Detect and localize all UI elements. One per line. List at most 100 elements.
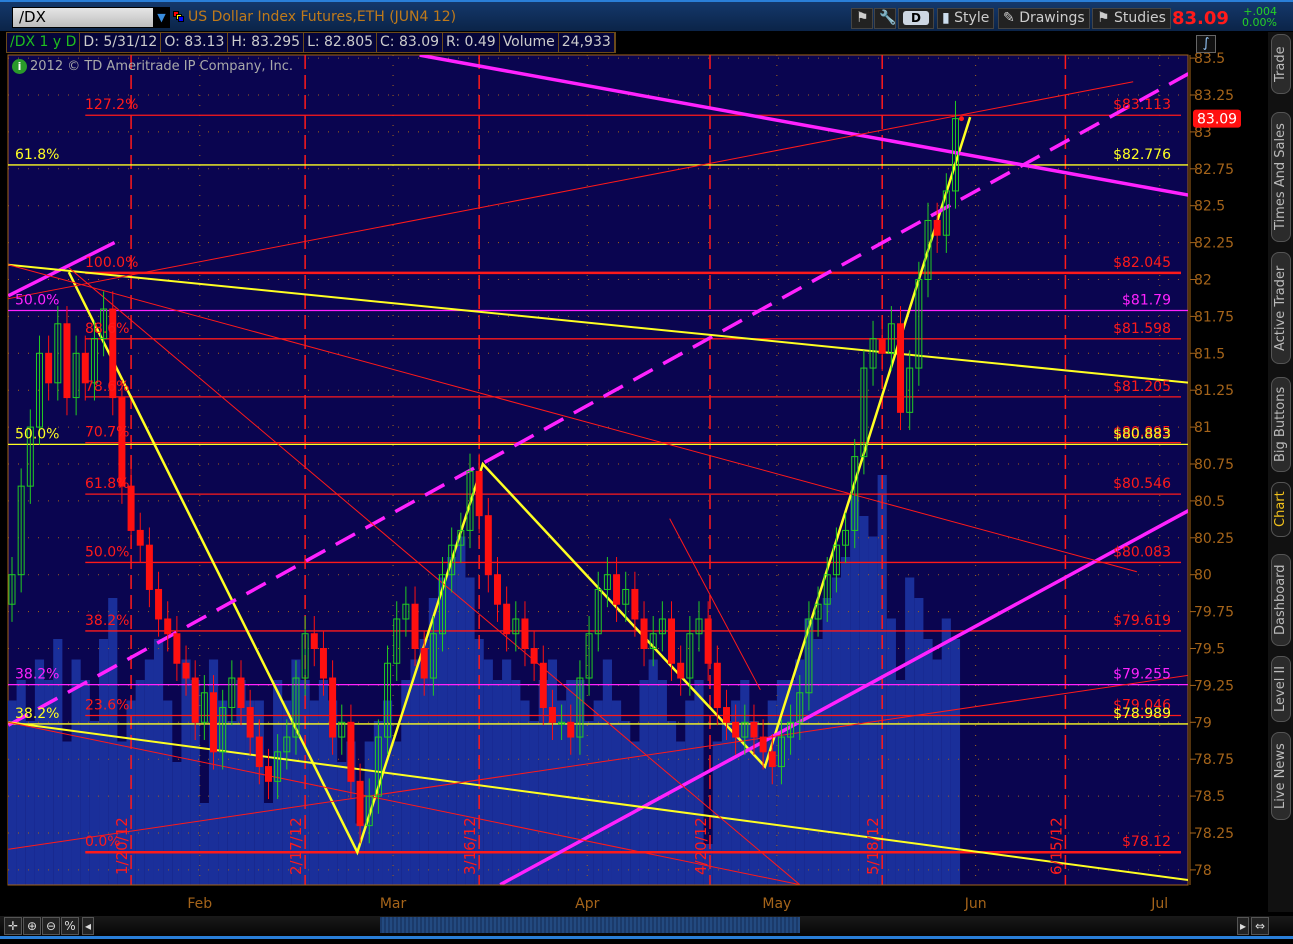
candle-down (164, 618, 172, 635)
price-tick-label: 80.75 (1194, 457, 1234, 473)
candle-down (246, 707, 254, 738)
candle-down (548, 707, 556, 723)
copyright: i 2012 © TD Ameritrade IP Company, Inc. (12, 59, 293, 74)
fib-pct-label-red: 70.7% (85, 425, 129, 441)
price-tick-label: 82 (1194, 273, 1212, 289)
candle-down (356, 780, 364, 827)
scrollbar-thumb[interactable] (380, 917, 800, 933)
volume-bar (831, 577, 841, 885)
volume-bar (227, 721, 237, 885)
scroll-left-icon[interactable]: ◂ (82, 917, 94, 935)
tab-times-and-sales[interactable]: Times And Sales (1271, 112, 1291, 242)
candle-down (319, 648, 327, 679)
symbol-input[interactable]: /DX (12, 7, 170, 28)
info-icon[interactable]: i (12, 59, 27, 74)
fib-price-label-magenta: $81.79 (1122, 292, 1171, 308)
price-tick-label: 81.5 (1194, 346, 1225, 362)
volume-bar (34, 659, 45, 885)
tab-level-ii[interactable]: Level II (1271, 656, 1291, 722)
date-line-label: 6/15/12 (1047, 817, 1065, 875)
volume-bar (89, 721, 100, 885)
candle-down (933, 219, 941, 236)
time-tick-label: May (762, 896, 791, 912)
candle-down (897, 323, 905, 413)
change-percent: 0.00% (1242, 16, 1277, 29)
tab-live-news[interactable]: Live News (1271, 732, 1291, 820)
wrench-icon[interactable]: 🔧 (874, 8, 896, 29)
candle-down (521, 618, 529, 649)
candle-down (475, 470, 483, 517)
candle-down (503, 603, 511, 635)
date-line-label: 2/17/12 (287, 817, 305, 875)
price-tick-label: 78 (1194, 863, 1212, 879)
candle-down (732, 721, 740, 738)
tab-active-trader[interactable]: Active Trader (1271, 252, 1291, 364)
zoom-in-icon[interactable]: ⊕ (23, 917, 41, 935)
volume-bar (71, 659, 81, 885)
drawings-button[interactable]: ✎ Drawings (998, 8, 1090, 29)
candle-down (210, 692, 218, 753)
tab-big-buttons[interactable]: Big Buttons (1271, 377, 1291, 472)
fib-pct-label-magenta: 38.2% (15, 667, 59, 683)
price-tick-label: 82.25 (1194, 236, 1234, 252)
resize-icon[interactable]: ⇔ (1251, 917, 1269, 935)
tab-chart[interactable]: Chart (1271, 482, 1291, 537)
candle-down (329, 677, 337, 738)
candle-down (878, 338, 886, 354)
crosshair-icon[interactable]: ✛ (4, 917, 22, 935)
style-button[interactable]: ▮ Style (937, 8, 995, 29)
volume-bar (163, 700, 173, 885)
candle-down (768, 751, 776, 768)
volume-bar (511, 680, 521, 885)
chart-expand-icon[interactable]: ∫ (1196, 35, 1216, 53)
studies-button[interactable]: ⚑ Studies (1092, 8, 1171, 29)
candle-down (155, 588, 163, 620)
fib-price-label-yellow: $78.989 (1113, 706, 1171, 722)
zoom-out-icon[interactable]: ⊖ (42, 917, 60, 935)
symbol-dropdown-icon[interactable]: ▼ (153, 8, 170, 27)
fib-price-label-red: $82.045 (1113, 255, 1171, 271)
candle-down (759, 736, 767, 753)
scroll-right-icon[interactable]: ▸ (1237, 917, 1249, 935)
volume-bar (905, 577, 915, 885)
volume-bar (153, 639, 164, 885)
tab-trade[interactable]: Trade (1271, 34, 1291, 94)
volume-bar (923, 639, 933, 885)
fib-price-label-red: $81.205 (1113, 379, 1171, 395)
fib-price-label-red: $79.619 (1113, 613, 1171, 629)
flag-icon[interactable]: ⚑ (851, 8, 873, 29)
price-tick-label: 82.75 (1194, 162, 1234, 178)
fib-pct-label-red: 100.0% (85, 255, 138, 271)
price-tick-label: 79 (1194, 715, 1212, 731)
volume-bar (914, 598, 924, 885)
volume-bar (593, 700, 603, 885)
price-chart[interactable]: 1/20/12 2/17/12 3/16/12 4/20/12 5/18/12 6/15/… (0, 0, 1293, 944)
candle-down (136, 529, 144, 546)
fib-price-label-red: $83.113 (1113, 97, 1171, 113)
volume-bar (492, 680, 503, 885)
volume-bar (392, 741, 402, 885)
candle-down (145, 544, 153, 590)
last-price: 83.09 (1172, 8, 1229, 29)
volume-bar (941, 618, 951, 885)
volume-bar (657, 680, 667, 885)
candle-down (411, 603, 419, 649)
volume-bar (621, 721, 631, 885)
candle-down (640, 618, 648, 649)
fib-pct-label-red: 127.2% (85, 97, 138, 113)
percent-icon[interactable]: % (61, 917, 79, 935)
price-tick-label: 80 (1194, 568, 1212, 584)
volume-bar (895, 680, 906, 885)
candle-down (237, 677, 245, 709)
link-color-icon[interactable] (173, 11, 184, 22)
price-tick-label: 79.75 (1194, 605, 1234, 621)
fib-pct-label-red: 61.8% (85, 476, 129, 492)
volume-bar (263, 803, 274, 885)
d-button[interactable]: D (898, 8, 934, 29)
fib-pct-label-red: 78.6% (85, 379, 129, 395)
volume-bar (25, 721, 35, 885)
ohlc-info-bar: /DX 1 y D D: 5/31/12 O: 83.13 H: 83.295 … (6, 32, 616, 53)
window-border (0, 936, 1293, 939)
volume-bar (611, 700, 622, 885)
tab-dashboard[interactable]: Dashboard (1271, 554, 1291, 646)
